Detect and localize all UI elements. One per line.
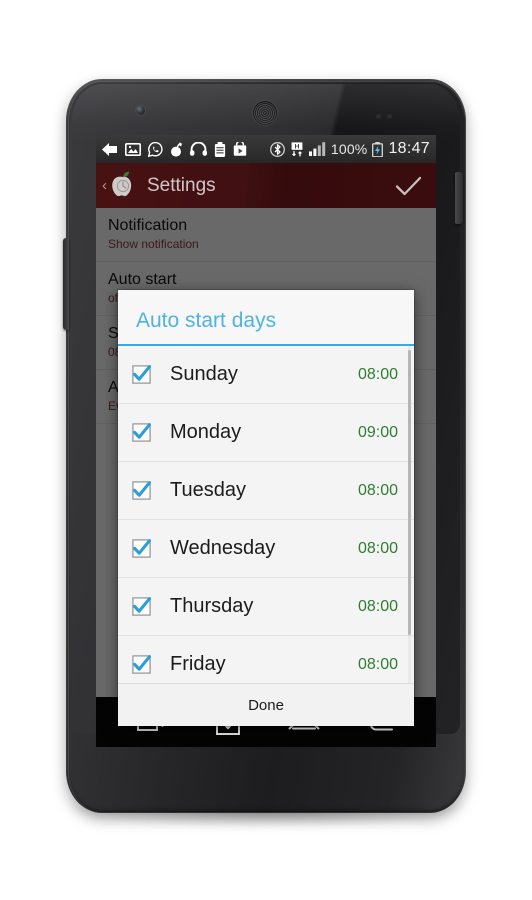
whatsapp-icon [148,141,163,157]
page-title: Settings [147,174,216,196]
app-action-bar: ‹ Settings [96,163,436,208]
pref-title: Auto start [108,271,177,288]
table-row[interactable]: Monday 09:00 [118,404,414,462]
table-row[interactable]: Tuesday 08:00 [118,462,414,520]
pref-title: Notification [108,217,188,234]
day-label: Thursday [170,595,254,617]
status-bar-clock: 18:47 [388,140,430,157]
day-label: Friday [170,653,226,675]
action-bar-back-chevron-icon[interactable]: ‹ [102,177,107,194]
battery-percent-label: 100% [330,141,368,157]
play-store-bag-icon [233,142,247,156]
days-list[interactable]: Sunday 08:00 Monday 09:00 Tuesday 08:00 … [118,346,414,683]
checkbox-sunday[interactable] [132,365,151,384]
screenshot-root: H 100% 18:47 ‹ Settings Notification Sho… [0,0,532,900]
day-label: Sunday [170,363,238,385]
auto-start-days-dialog: Auto start days Sunday 08:00 Monday 09:0… [118,290,414,726]
dialog-header: Auto start days [118,290,414,344]
day-time: 08:00 [357,365,398,383]
back-arrow-notification-icon [102,142,117,156]
table-row[interactable]: Wednesday 08:00 [118,520,414,578]
checkbox-tuesday[interactable] [132,481,151,500]
power-button[interactable] [455,172,463,224]
checkbox-friday[interactable] [132,655,151,674]
pref-subtitle: Show notification [108,237,199,251]
day-time: 08:00 [357,481,398,499]
headphones-icon [190,142,207,156]
status-bar: H 100% 18:47 [96,135,436,163]
status-bar-left-icons [102,141,270,157]
apple-clock-logo-icon [112,171,132,196]
bomb-icon [171,142,183,157]
done-button[interactable]: Done [230,693,302,718]
hsdpa-data-icon: H [291,141,303,156]
day-time: 08:00 [357,655,398,673]
checkbox-thursday[interactable] [132,597,151,616]
signal-bars-icon [308,142,326,156]
svg-text:H: H [294,143,299,150]
list-item[interactable]: Notification Show notification [96,208,436,262]
phone-screen: H 100% 18:47 ‹ Settings Notification Sho… [96,135,436,747]
image-icon [125,142,141,156]
status-bar-right-icons: H 100% 18:47 [269,140,430,158]
bluetooth-icon [269,141,285,157]
day-label: Monday [170,421,242,443]
earpiece-speaker-icon [253,101,277,125]
table-row[interactable]: Sunday 08:00 [118,346,414,404]
volume-rocker-button[interactable] [63,238,69,330]
battery-charging-icon [372,141,384,157]
dialog-title: Auto start days [136,309,277,332]
table-row[interactable]: Thursday 08:00 [118,578,414,636]
battery-app-icon [214,141,226,157]
settings-list-background: Notification Show notification Auto star… [96,208,436,726]
front-camera-icon [136,106,145,115]
day-time: 08:00 [357,539,398,557]
day-label: Tuesday [170,479,246,501]
day-time: 09:00 [357,423,398,441]
checkbox-monday[interactable] [132,423,151,442]
table-row[interactable]: Friday 08:00 [118,636,414,683]
scrollbar-thumb[interactable] [408,350,411,635]
day-label: Wednesday [170,537,276,559]
check-icon[interactable] [395,175,422,197]
dialog-footer: Done [118,683,414,726]
checkbox-wednesday[interactable] [132,539,151,558]
day-time: 08:00 [357,597,398,615]
proximity-sensor-icon [376,114,402,120]
